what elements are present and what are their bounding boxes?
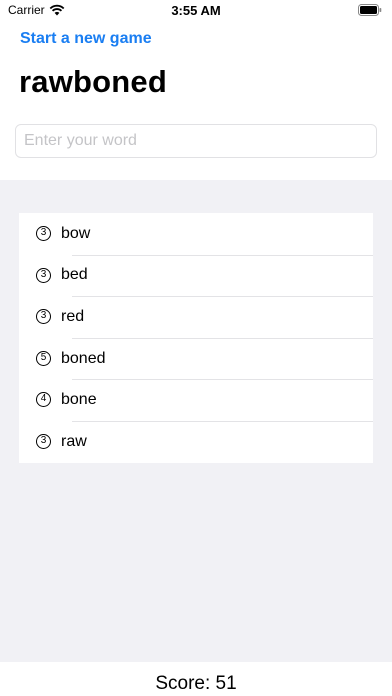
letter-count-circle-icon: 3 xyxy=(36,226,51,241)
word-label: bow xyxy=(61,224,91,242)
word-row[interactable]: 3 bed xyxy=(19,254,373,297)
word-row[interactable]: 5 boned xyxy=(19,337,373,380)
letter-count-circle-icon: 4 xyxy=(36,392,51,408)
letter-count-circle-icon: 3 xyxy=(36,267,51,283)
status-bar: Carrier 3:55 AM xyxy=(0,0,392,22)
letter-count-circle-icon: 5 xyxy=(36,350,51,366)
footer: Score: 51 xyxy=(0,662,392,696)
word-label: raw xyxy=(61,432,87,450)
word-row[interactable]: 3 raw xyxy=(19,420,373,463)
word-row[interactable]: 3 bow xyxy=(19,213,373,255)
word-label: boned xyxy=(61,349,106,367)
letter-count-circle-icon: 3 xyxy=(36,433,51,449)
word-input[interactable] xyxy=(15,124,377,158)
start-new-game-button[interactable]: Start a new game xyxy=(20,30,152,48)
app-screen: Carrier 3:55 AM Start a new game rawbone… xyxy=(0,0,392,696)
letter-count-circle-icon: 3 xyxy=(36,309,51,325)
word-list: 3 bow 3 bed 3 red 5 boned 4 bone 3 raw xyxy=(19,213,373,463)
word-row[interactable]: 4 bone xyxy=(19,379,373,421)
battery-icon xyxy=(358,4,382,16)
word-label: bed xyxy=(61,266,88,284)
word-row[interactable]: 3 red xyxy=(19,296,373,338)
status-time: 3:55 AM xyxy=(171,3,221,18)
score-label: Score: 51 xyxy=(155,673,237,694)
word-label: bone xyxy=(61,391,97,409)
page-title: rawboned xyxy=(19,64,168,99)
word-label: red xyxy=(61,307,85,325)
